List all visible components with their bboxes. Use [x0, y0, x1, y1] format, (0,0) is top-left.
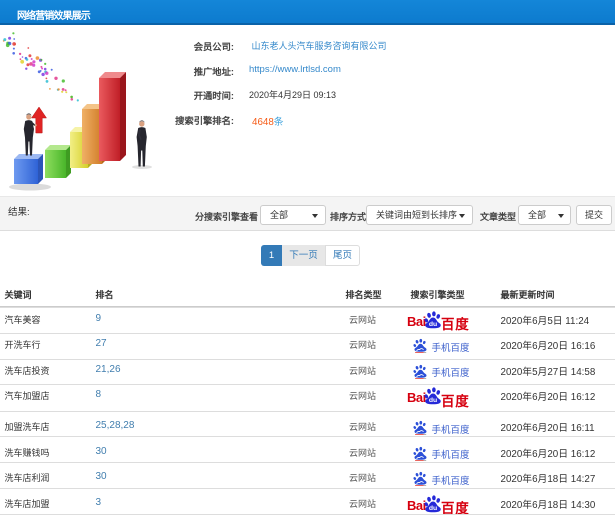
svg-text:du: du [429, 397, 437, 404]
svg-text:du: du [429, 321, 437, 328]
svg-text:du: du [429, 505, 437, 512]
